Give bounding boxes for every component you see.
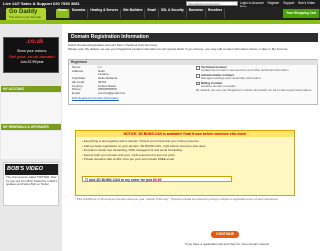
video-blog-title: BOB'S VIDEO BLOG xyxy=(5,164,58,183)
continue-button[interactable]: CONTINUE xyxy=(211,231,239,238)
logo-name: Go Daddy xyxy=(9,8,38,15)
billing-contact-checkbox[interactable] xyxy=(196,81,200,86)
bullet-text: Everything is tied together with a domai… xyxy=(83,139,200,143)
sidebar-renewals[interactable]: MY RENEWALS & UPGRADES xyxy=(1,124,61,130)
search-input[interactable]: International Customers xyxy=(186,1,238,6)
sidebar-renewals-panel xyxy=(1,131,61,159)
bullet-text: Add a private registration on your domai… xyxy=(83,143,207,148)
contact-desc: Manages settings and ownership informati… xyxy=(201,76,262,81)
bullet-text: Private domains start at 99¢ more per ye… xyxy=(83,157,175,162)
registrant-header: Registrant xyxy=(69,60,318,65)
main-content: Domain Registration Information Select D… xyxy=(63,24,320,251)
nav-ssl[interactable]: SSL & Security xyxy=(159,8,187,18)
nav-site-builders[interactable]: Site Builders xyxy=(121,8,146,18)
main-nav: Home Domains Hosting & Servers Site Buil… xyxy=(56,8,320,18)
top-bar: Live 24/7 Sales & Support 020 7939 3081 … xyxy=(0,0,320,9)
domain-upsell-notice: NOTICE: 3D BUMS.CAN is available! Grab i… xyxy=(75,130,295,196)
contact-types: Technical Contact Update the domain's nam… xyxy=(196,65,316,93)
contact-option[interactable]: Technical Contact Update the domain's nam… xyxy=(196,65,316,73)
sidebar-account-panel xyxy=(1,93,61,123)
nav-business[interactable]: Business xyxy=(187,8,206,18)
add-domain-option[interactable]: ☐ Add 3D BUMS.CAN to my order for just $… xyxy=(82,176,232,182)
logo-tagline: The web is your Domain xyxy=(9,14,42,19)
sidebar-my-account[interactable]: MY ACCOUNT xyxy=(1,86,61,92)
registrant-details: Name: x x Address: Hello Lazarus City/Stat… xyxy=(72,65,192,101)
contact-default-note: By default, we use your Registrant conta… xyxy=(196,88,313,93)
nav-home[interactable]: Home xyxy=(56,8,70,18)
admin-contact-checkbox[interactable] xyxy=(196,74,200,78)
bullet-text: Domains include free forwarding, DNS man… xyxy=(83,148,183,153)
video-blog-text: The phenomenon called TWITTER. Now it's … xyxy=(6,175,58,187)
bullet-text: Secure both your domain and your .CAN ex… xyxy=(83,152,176,157)
video-blog-widget[interactable]: BOB'S VIDEO BLOG The phenomenon called T… xyxy=(3,162,59,206)
shopping-cart-button[interactable]: Your Shopping Cart xyxy=(283,9,320,18)
technical-contact-checkbox[interactable] xyxy=(196,66,200,70)
contact-option[interactable]: Administrative Contact Manages settings a… xyxy=(196,73,316,81)
promo-domain: .co.uk xyxy=(26,39,44,45)
notice-header: NOTICE: 3D BUMS.CAN is available! Grab i… xyxy=(76,131,294,137)
contact-desc: Handles domain renewals. xyxy=(201,84,237,89)
promo-line-1: Show your colours. xyxy=(16,49,48,53)
nav-domains[interactable]: Domains xyxy=(70,8,89,18)
nav-hosting[interactable]: Hosting & Servers xyxy=(88,8,121,18)
nav-resellers[interactable]: Resellers xyxy=(206,8,226,18)
register-link[interactable]: Register xyxy=(267,1,279,5)
default-contact-note: Please note: By default, we use your Reg… xyxy=(68,47,289,51)
promo-line-3: Just £2.99/year xyxy=(20,60,44,64)
site-logo[interactable]: Go Daddy The web is your Domain xyxy=(6,7,46,21)
registrant-panel: Registrant Name: x x Address: Hello Lazaru… xyxy=(68,59,318,105)
contact-option[interactable]: Billing Contact Handles domain renewals. xyxy=(196,81,316,89)
edit-registrant-link[interactable]: Edit Registrant Contact Information xyxy=(72,96,192,101)
nav-email[interactable]: Email xyxy=(145,8,159,18)
page-title: Domain Registration Information xyxy=(68,33,318,42)
support-phone: Live 24/7 Sales & Support 020 7939 3081 xyxy=(3,1,80,7)
list-item: • Private domains start at 99¢ more per … xyxy=(82,157,175,162)
support-link[interactable]: Support xyxy=(283,1,294,5)
add-domain-label: Add 3D BUMS.CAN to my order for just xyxy=(88,178,152,182)
couk-promo-banner[interactable]: .co.uk Show your colours. Get your .co.u… xyxy=(3,37,59,73)
contact-desc: Update the domain's nameservers and othe… xyxy=(201,68,290,73)
bottom-note: If you have a registration tab and shop … xyxy=(184,242,270,246)
notice-bullets: • Everything is tied together with a dom… xyxy=(82,139,294,162)
promo-line-2: Get your .co.uk domain! xyxy=(9,54,55,59)
pricing-footnote: * Plus ICANN fee of 18 cents per domain … xyxy=(75,197,279,201)
add-domain-price: $9.99 xyxy=(152,178,162,182)
